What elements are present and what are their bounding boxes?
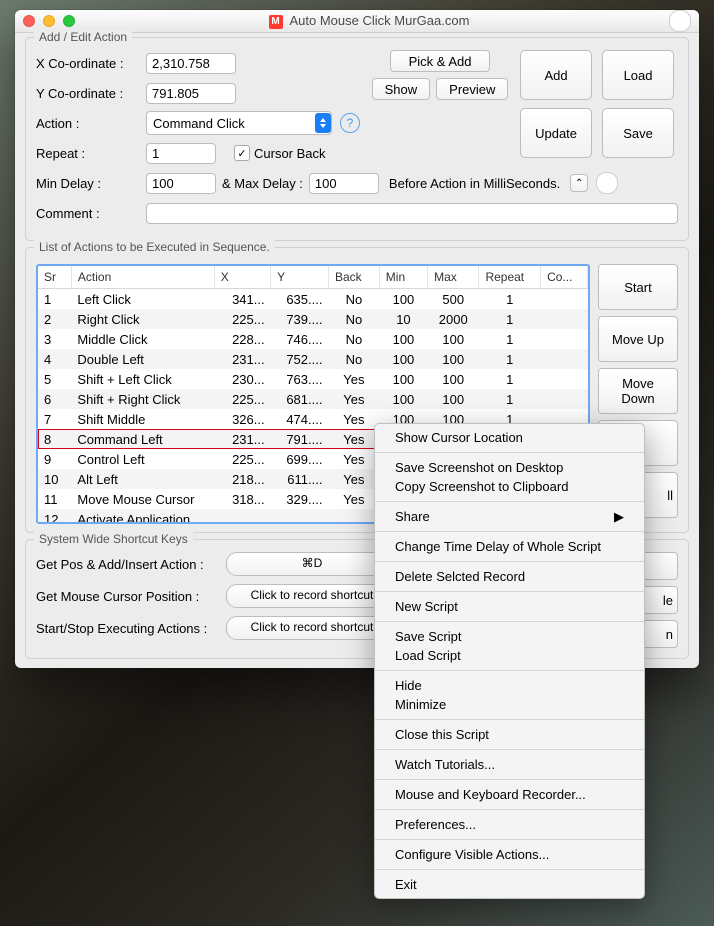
group-title-shortcut: System Wide Shortcut Keys <box>34 532 193 546</box>
menu-separator <box>375 531 644 532</box>
menu-item[interactable]: Preferences... <box>375 815 644 834</box>
shortcut-getpos-label: Get Pos & Add/Insert Action : <box>36 557 226 572</box>
menu-separator <box>375 869 644 870</box>
column-header[interactable]: Co... <box>541 266 588 289</box>
column-header[interactable]: Back <box>328 266 379 289</box>
shortcut-startstop-label: Start/Stop Executing Actions : <box>36 621 226 636</box>
menu-item[interactable]: Watch Tutorials... <box>375 755 644 774</box>
indicator-dot <box>596 172 618 194</box>
menu-separator <box>375 561 644 562</box>
menu-separator <box>375 452 644 453</box>
help-icon[interactable]: ? <box>340 113 360 133</box>
menu-item[interactable]: Change Time Delay of Whole Script <box>375 537 644 556</box>
move-up-button[interactable]: Move Up <box>598 316 678 362</box>
column-header[interactable]: Max <box>428 266 479 289</box>
max-delay-input[interactable] <box>309 173 379 194</box>
table-row[interactable]: 3Middle Click228...746....No1001001 <box>38 329 588 349</box>
add-edit-group: Add / Edit Action X Co-ordinate : Y Co-o… <box>25 37 689 241</box>
column-header[interactable]: Min <box>379 266 427 289</box>
chevrons-icon <box>315 113 331 133</box>
menu-item[interactable]: Share▶ <box>375 507 644 526</box>
menu-separator <box>375 839 644 840</box>
min-delay-label: Min Delay : <box>36 176 146 191</box>
table-row[interactable]: 5Shift + Left Click230...763....Yes10010… <box>38 369 588 389</box>
menu-item[interactable]: Hide <box>375 676 644 695</box>
menu-separator <box>375 501 644 502</box>
column-header[interactable]: X <box>214 266 270 289</box>
checkbox-icon: ✓ <box>234 145 250 161</box>
repeat-input[interactable] <box>146 143 216 164</box>
table-row[interactable]: 2Right Click225...739....No1020001 <box>38 309 588 329</box>
start-button[interactable]: Start <box>598 264 678 310</box>
shortcut-getpos-field[interactable]: ⌘D <box>226 552 398 576</box>
show-button[interactable]: Show <box>372 78 431 100</box>
tab-indicator[interactable] <box>669 10 691 32</box>
y-coordinate-label: Y Co-ordinate : <box>36 86 146 101</box>
menu-item[interactable]: Mouse and Keyboard Recorder... <box>375 785 644 804</box>
x-coordinate-label: X Co-ordinate : <box>36 56 146 71</box>
x-coordinate-input[interactable] <box>146 53 236 74</box>
menu-separator <box>375 779 644 780</box>
menu-item[interactable]: Configure Visible Actions... <box>375 845 644 864</box>
menu-item[interactable]: New Script <box>375 597 644 616</box>
collapse-toggle[interactable]: ⌃ <box>570 174 588 192</box>
pick-and-add-button[interactable]: Pick & Add <box>390 50 490 72</box>
column-header[interactable]: Repeat <box>479 266 541 289</box>
cursor-back-checkbox[interactable]: ✓ Cursor Back <box>234 145 326 161</box>
submenu-arrow-icon: ▶ <box>614 507 624 526</box>
min-delay-input[interactable] <box>146 173 216 194</box>
menu-separator <box>375 621 644 622</box>
menu-item[interactable]: Show Cursor Location <box>375 428 644 447</box>
context-menu[interactable]: Show Cursor Location Save Screenshot on D… <box>374 423 645 899</box>
column-header[interactable]: Y <box>271 266 329 289</box>
close-icon[interactable] <box>23 15 35 27</box>
app-logo-icon: M <box>269 15 283 29</box>
menu-item[interactable]: Save Script <box>375 627 644 646</box>
menu-item[interactable]: Copy Screenshot to Clipboard <box>375 477 644 496</box>
group-title-add-edit: Add / Edit Action <box>34 30 132 44</box>
column-header[interactable]: Action <box>71 266 214 289</box>
add-button[interactable]: Add <box>520 50 592 100</box>
menu-separator <box>375 719 644 720</box>
menu-item[interactable]: Save Screenshot on Desktop <box>375 458 644 477</box>
move-down-button[interactable]: Move Down <box>598 368 678 414</box>
table-row[interactable]: 1Left Click341...635....No1005001 <box>38 289 588 310</box>
before-action-text: Before Action in MilliSeconds. <box>389 176 560 191</box>
menu-item[interactable]: Exit <box>375 875 644 894</box>
shortcut-startstop-field[interactable]: Click to record shortcut <box>226 616 398 640</box>
shortcut-getcursor-field[interactable]: Click to record shortcut <box>226 584 398 608</box>
repeat-label: Repeat : <box>36 146 146 161</box>
minimize-icon[interactable] <box>43 15 55 27</box>
menu-separator <box>375 749 644 750</box>
save-button[interactable]: Save <box>602 108 674 158</box>
action-select[interactable]: Command Click <box>146 111 332 135</box>
window-title: M Auto Mouse Click MurGaa.com <box>75 13 663 29</box>
shortcut-getcursor-label: Get Mouse Cursor Position : <box>36 589 226 604</box>
comment-input[interactable] <box>146 203 678 224</box>
preview-button[interactable]: Preview <box>436 78 508 100</box>
menu-item[interactable]: Close this Script <box>375 725 644 744</box>
y-coordinate-input[interactable] <box>146 83 236 104</box>
table-row[interactable]: 4Double Left231...752....No1001001 <box>38 349 588 369</box>
menu-separator <box>375 670 644 671</box>
menu-item[interactable]: Minimize <box>375 695 644 714</box>
table-row[interactable]: 6Shift + Right Click225...681....Yes1001… <box>38 389 588 409</box>
action-label: Action : <box>36 116 146 131</box>
menu-separator <box>375 809 644 810</box>
menu-item[interactable]: Load Script <box>375 646 644 665</box>
comment-label: Comment : <box>36 206 146 221</box>
max-delay-label: & Max Delay : <box>222 176 303 191</box>
group-title-list: List of Actions to be Executed in Sequen… <box>34 240 275 254</box>
menu-separator <box>375 591 644 592</box>
load-button[interactable]: Load <box>602 50 674 100</box>
update-button[interactable]: Update <box>520 108 592 158</box>
menu-item[interactable]: Delete Selcted Record <box>375 567 644 586</box>
zoom-icon[interactable] <box>63 15 75 27</box>
column-header[interactable]: Sr <box>38 266 71 289</box>
